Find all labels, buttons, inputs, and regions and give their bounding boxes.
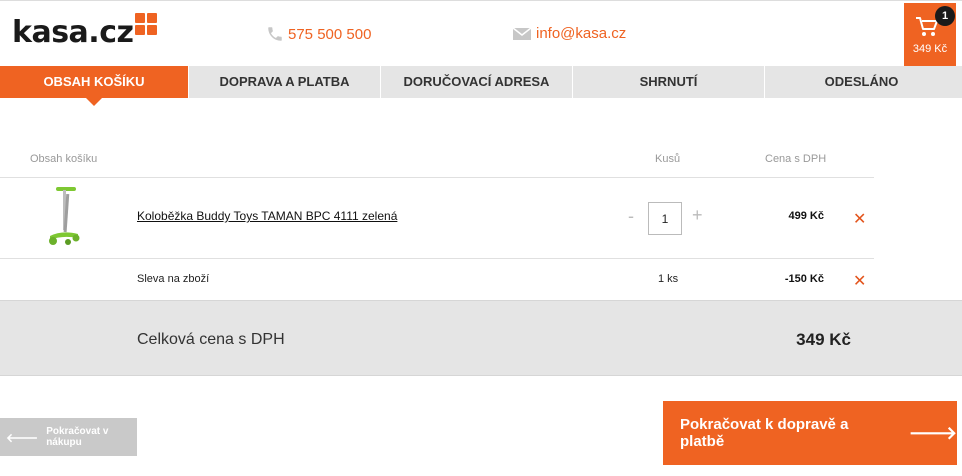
- cart-count-badge: 1: [935, 6, 955, 26]
- row-divider: [0, 258, 874, 259]
- product-name-link[interactable]: Koloběžka Buddy Toys TAMAN BPC 4111 zele…: [137, 209, 397, 223]
- cart-total: 349 Kč: [912, 43, 948, 55]
- discount-quantity: 1 ks: [658, 273, 679, 285]
- phone-icon: [268, 27, 282, 41]
- arrow-right-icon: 🡒: [908, 422, 957, 443]
- discount-price: -150 Kč: [784, 273, 824, 285]
- cart-button[interactable]: 1 349 Kč: [904, 3, 956, 67]
- phone-contact[interactable]: 575 500 500: [266, 25, 371, 43]
- continue-to-shipping-label: Pokračovat k dopravě a platbě: [680, 416, 849, 450]
- quantity-input[interactable]: [648, 202, 682, 235]
- step-sent[interactable]: ODESLÁNO: [765, 66, 958, 98]
- continue-shopping-label: Pokračovat v nákupu: [46, 426, 109, 448]
- continue-shopping-button[interactable]: 🡐 Pokračovat v nákupu: [0, 418, 137, 456]
- arrow-left-icon: 🡐: [6, 430, 39, 445]
- step-cart-content[interactable]: OBSAH KOŠÍKU: [0, 66, 189, 106]
- total-label: Celková cena s DPH: [137, 331, 285, 348]
- total-value: 349 Kč: [796, 330, 851, 349]
- logo-mark-icon: [135, 13, 158, 35]
- site-logo[interactable]: kasa.cz: [12, 11, 158, 55]
- envelope-icon: [512, 26, 532, 40]
- quantity-decrease-button[interactable]: -: [628, 206, 634, 227]
- remove-item-icon[interactable]: ✕: [853, 209, 866, 229]
- step-shipping-payment[interactable]: DOPRAVA A PLATBA: [189, 66, 381, 98]
- product-price: 499 Kč: [788, 210, 824, 222]
- phone-number: 575 500 500: [288, 25, 372, 43]
- total-band: Celková cena s DPH 349 Kč: [0, 300, 962, 376]
- column-header-content: Obsah košíku: [30, 153, 98, 165]
- email-address: info@kasa.cz: [536, 25, 627, 42]
- column-header-price: Cena s DPH: [765, 153, 827, 165]
- scooter-image[interactable]: [42, 184, 86, 248]
- step-summary[interactable]: SHRNUTÍ: [573, 66, 765, 98]
- site-header: kasa.cz 575 500 500 info@kasa.cz 1 349 K…: [0, 0, 962, 67]
- continue-to-shipping-button[interactable]: Pokračovat k dopravě a platbě 🡒: [663, 401, 957, 465]
- checkout-steps: OBSAH KOŠÍKU DOPRAVA A PLATBA DORUČOVACÍ…: [0, 66, 962, 106]
- remove-discount-icon[interactable]: ✕: [853, 271, 866, 291]
- row-divider: [0, 177, 874, 178]
- step-delivery-address[interactable]: DORUČOVACÍ ADRESA: [381, 66, 573, 98]
- column-header-quantity: Kusů: [655, 153, 681, 165]
- quantity-increase-button[interactable]: +: [692, 205, 703, 226]
- discount-name: Sleva na zboží: [137, 273, 210, 285]
- logo-text: kasa.cz: [12, 15, 134, 50]
- email-contact[interactable]: info@kasa.cz: [512, 25, 626, 42]
